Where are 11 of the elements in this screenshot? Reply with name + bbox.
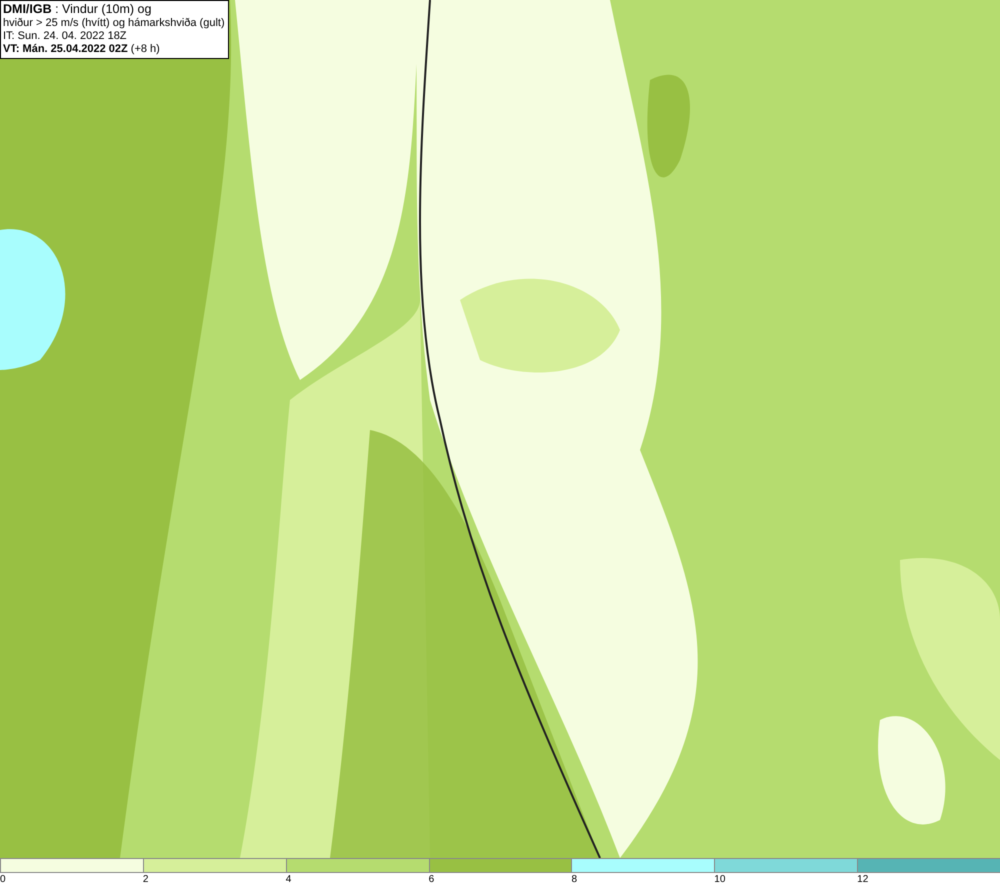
info-text: hviður > 25 m/s (hvítt) og hámarkshviða (gult) <box>3 17 225 30</box>
legend-label: 12 <box>857 873 868 887</box>
info-text: DMI/IGB : Vindur (10m) og <box>3 2 152 17</box>
legend-label: 6 <box>428 873 434 887</box>
legend-label: 8 <box>571 873 577 887</box>
legend-label: 4 <box>286 873 292 887</box>
legend-label: 0 <box>0 873 6 887</box>
info-text: VT: Mán. 25.04.2022 02Z (+8 h) <box>3 43 161 56</box>
info-text: IT: Sun. 24. 04. 2022 18Z <box>3 30 128 43</box>
legend-label: 10 <box>714 873 726 887</box>
legend-label: 2 <box>142 873 148 887</box>
